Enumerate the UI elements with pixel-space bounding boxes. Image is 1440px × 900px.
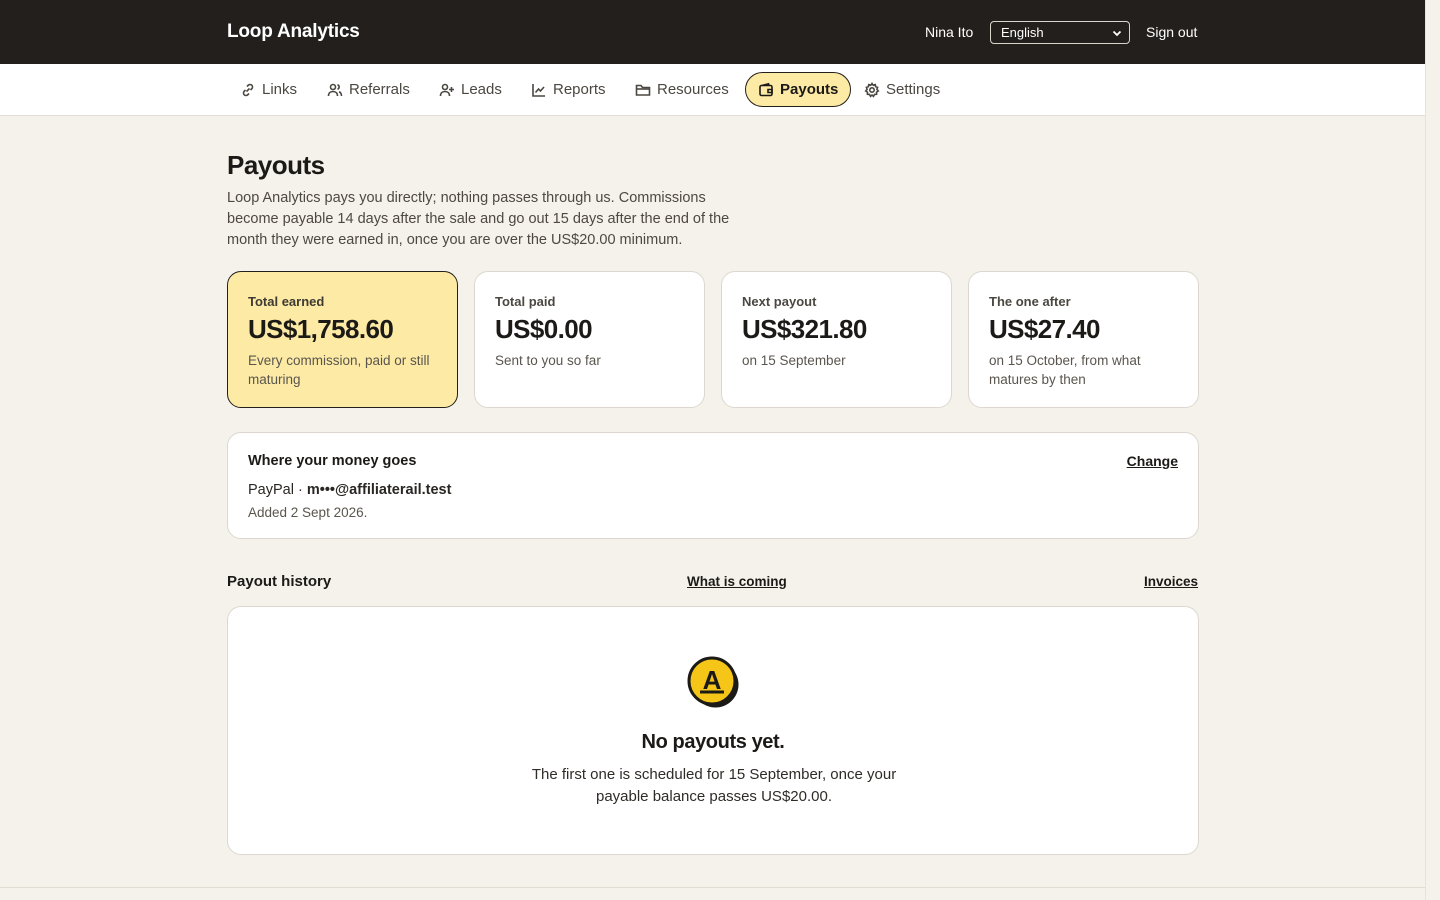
payout-method-card: Where your money goes Change PayPal · m•… xyxy=(227,432,1199,539)
folder-icon xyxy=(635,84,651,96)
stat-label: Total paid xyxy=(495,294,556,309)
payout-account-email: m•••@affiliaterail.test xyxy=(306,482,452,498)
stat-card-total-paid: Total paid US$0.00 Sent to you so far xyxy=(474,271,705,408)
page-description: Loop Analytics pays you directly; nothin… xyxy=(227,190,730,248)
tab-links[interactable]: Links xyxy=(228,72,309,107)
stat-subtext: on 15 October, from what matures by then xyxy=(989,353,1141,387)
empty-state-title: No payouts yet. xyxy=(641,731,785,753)
stat-card-next-payout: Next payout US$321.80 on 15 September xyxy=(721,271,952,408)
line-chart-icon xyxy=(532,83,545,97)
stat-value: US$27.40 xyxy=(989,314,1100,344)
what-is-coming-link[interactable]: What is coming xyxy=(687,574,787,589)
change-payout-method-link[interactable]: Change xyxy=(1127,453,1178,469)
payout-method-title: Where your money goes xyxy=(248,453,417,469)
tab-settings-label: Settings xyxy=(886,81,941,98)
brand-name[interactable]: Loop Analytics xyxy=(227,21,360,43)
tab-leads[interactable]: Leads xyxy=(427,72,514,107)
user-name: Nina Ito xyxy=(925,24,974,40)
tab-referrals-label: Referrals xyxy=(349,81,410,98)
main-nav: Links Referrals Leads Reports Resources … xyxy=(0,64,1425,116)
footer-divider xyxy=(0,887,1425,888)
gear-icon xyxy=(864,81,880,98)
stat-value: US$1,758.60 xyxy=(248,314,394,344)
stat-card-one-after: The one after US$27.40 on 15 October, fr… xyxy=(968,271,1199,408)
payout-history-title: Payout history xyxy=(227,573,332,590)
stat-card-total-earned: Total earned US$1,758.60 Every commissio… xyxy=(227,271,458,408)
tab-referrals[interactable]: Referrals xyxy=(315,72,422,107)
chevron-down-icon xyxy=(1112,30,1122,37)
payout-method-account: PayPal · m•••@affiliaterail.test xyxy=(248,482,451,498)
tab-resources-label: Resources xyxy=(657,81,729,98)
tab-resources[interactable]: Resources xyxy=(623,72,741,107)
empty-state-description: The first one is scheduled for 15 Septem… xyxy=(531,766,897,805)
page-title: Payouts xyxy=(227,150,325,180)
stat-subtext: Sent to you so far xyxy=(495,353,601,368)
stat-label: Next payout xyxy=(742,294,817,309)
payout-history-empty-state: A No payouts yet. The first one is sched… xyxy=(227,606,1199,855)
tab-reports-label: Reports xyxy=(553,81,606,98)
scrollbar-track[interactable] xyxy=(1425,0,1440,900)
payout-provider: PayPal · xyxy=(248,482,307,498)
users-icon xyxy=(327,83,343,96)
link-icon xyxy=(242,83,254,96)
wallet-icon xyxy=(759,82,773,96)
tab-settings[interactable]: Settings xyxy=(852,72,952,107)
tab-payouts-label: Payouts xyxy=(780,81,839,98)
tab-reports[interactable]: Reports xyxy=(519,72,618,107)
top-bar: Loop Analytics Nina Ito English Sign out xyxy=(0,0,1425,64)
coin-icon: A xyxy=(687,656,739,708)
stat-label: The one after xyxy=(989,294,1071,309)
payout-method-added-date: Added 2 Sept 2026. xyxy=(248,505,368,520)
sign-out-link[interactable]: Sign out xyxy=(1146,24,1197,40)
user-plus-icon xyxy=(439,83,454,96)
stat-value: US$321.80 xyxy=(742,314,867,344)
stat-label: Total earned xyxy=(248,294,325,309)
tab-leads-label: Leads xyxy=(461,81,502,98)
language-select-value: English xyxy=(1001,25,1044,40)
language-select[interactable]: English xyxy=(990,21,1130,44)
stat-value: US$0.00 xyxy=(495,314,593,344)
stat-subtext: on 15 September xyxy=(742,353,846,368)
stat-subtext: Every commission, paid or still maturing xyxy=(248,353,430,387)
invoices-link[interactable]: Invoices xyxy=(1144,574,1198,589)
tab-links-label: Links xyxy=(262,81,298,98)
tab-payouts[interactable]: Payouts xyxy=(745,72,852,107)
